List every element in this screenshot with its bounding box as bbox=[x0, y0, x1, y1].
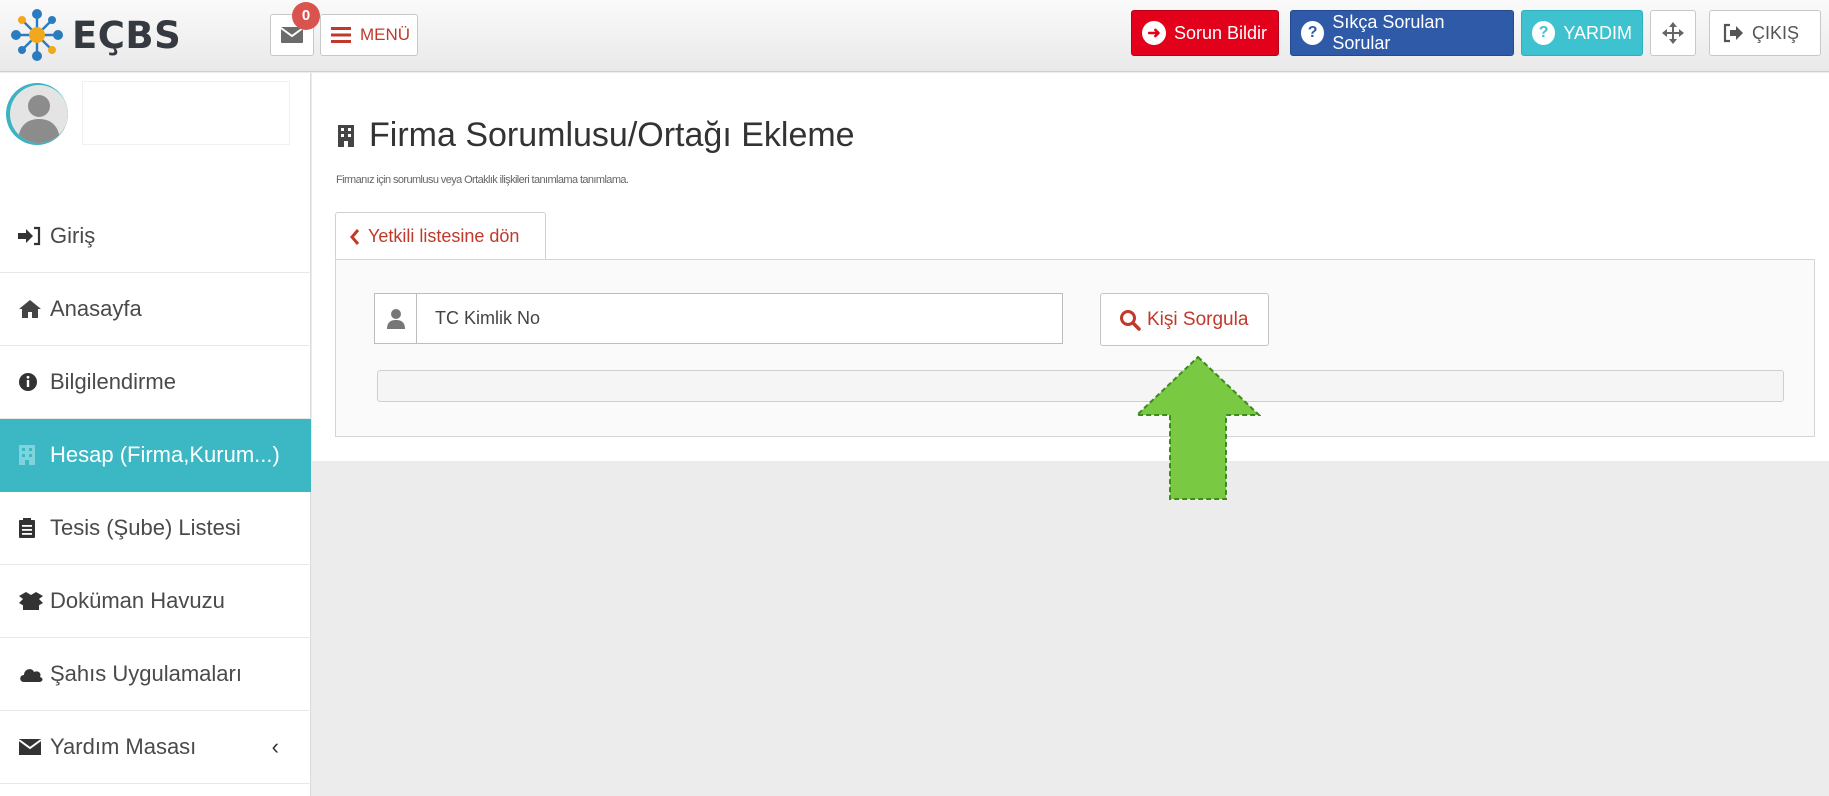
sidebar-item-label: Hesap (Firma,Kurum...) bbox=[50, 442, 280, 467]
report-problem-label: Sorun Bildir bbox=[1174, 22, 1268, 43]
report-problem-button[interactable]: ➜ Sorun Bildir bbox=[1131, 10, 1279, 56]
tc-kimlik-field[interactable] bbox=[374, 293, 1063, 344]
faq-label: Sıkça Sorulan Sorular bbox=[1332, 12, 1445, 53]
chevron-left-icon[interactable]: ‹ bbox=[272, 734, 279, 760]
logout-label: ÇIKIŞ bbox=[1752, 22, 1800, 43]
query-person-label: Kişi Sorgula bbox=[1147, 308, 1249, 330]
chevron-left-icon bbox=[350, 228, 360, 245]
page-title-text: Firma Sorumlusu/Ortağı Ekleme bbox=[369, 116, 855, 154]
sidebar-item-label: Anasayfa bbox=[50, 296, 142, 321]
menu-button[interactable]: MENÜ bbox=[320, 14, 418, 56]
cloud-icon bbox=[18, 665, 46, 683]
sidebar-item-tesis[interactable]: Tesis (Şube) Listesi bbox=[0, 492, 311, 565]
building-icon bbox=[18, 444, 46, 466]
menu-label: MENÜ bbox=[360, 25, 411, 44]
sidebar-item-giris[interactable]: Giriş bbox=[0, 200, 311, 273]
molecule-logo-icon bbox=[11, 9, 63, 61]
arrows-move-icon bbox=[1662, 22, 1684, 44]
sidebar-item-label: Yardım Masası bbox=[50, 734, 197, 759]
sidebar-item-label: Doküman Havuzu bbox=[50, 588, 225, 613]
logo[interactable]: EÇBS bbox=[8, 6, 181, 64]
building-icon bbox=[337, 124, 355, 148]
clipboard-icon bbox=[18, 517, 46, 539]
result-progress-bar bbox=[377, 370, 1784, 402]
page-title: Firma Sorumlusu/Ortağı Ekleme bbox=[337, 116, 855, 155]
logo-text: EÇBS bbox=[72, 13, 182, 57]
arrow-circle-right-icon: ➜ bbox=[1142, 21, 1166, 45]
back-to-list-button[interactable]: Yetkili listesine dön bbox=[335, 212, 546, 260]
sidebar-item-sahis[interactable]: Şahıs Uygulamaları bbox=[0, 638, 311, 711]
top-bar: EÇBS 0 MENÜ ➜ Sorun Bildir ? Sıkça Sorul… bbox=[0, 0, 1829, 72]
message-count-badge: 0 bbox=[292, 2, 320, 30]
tc-kimlik-input[interactable] bbox=[417, 294, 1062, 343]
sidebar-item-anasayfa[interactable]: Anasayfa bbox=[0, 273, 311, 346]
sidebar-item-label: Tesis (Şube) Listesi bbox=[50, 515, 241, 540]
folder-open-icon bbox=[18, 591, 46, 611]
query-person-button[interactable]: Kişi Sorgula bbox=[1100, 293, 1269, 346]
fullscreen-button[interactable] bbox=[1650, 10, 1696, 56]
question-circle-icon: ? bbox=[1301, 21, 1325, 45]
hamburger-icon bbox=[331, 27, 351, 43]
sidebar-item-label: Bilgilendirme bbox=[50, 369, 176, 394]
user-silhouette-icon bbox=[18, 95, 60, 143]
sidebar-item-dokuman[interactable]: Doküman Havuzu bbox=[0, 565, 311, 638]
question-circle-icon: ? bbox=[1532, 21, 1556, 45]
sidebar-item-hesap[interactable]: Hesap (Firma,Kurum...) bbox=[0, 419, 311, 492]
up-arrow-annotation-icon bbox=[1135, 355, 1261, 500]
sidebar-item-bilgilendirme[interactable]: Bilgilendirme bbox=[0, 346, 311, 419]
info-circle-icon bbox=[18, 372, 46, 392]
sign-out-icon bbox=[1723, 23, 1743, 43]
envelope-icon bbox=[18, 738, 46, 756]
logout-button[interactable]: ÇIKIŞ bbox=[1709, 10, 1821, 56]
help-label: YARDIM bbox=[1563, 22, 1632, 43]
user-icon bbox=[375, 294, 417, 343]
search-icon bbox=[1120, 309, 1141, 331]
help-button[interactable]: ? YARDIM bbox=[1521, 10, 1643, 56]
page-subtitle: Firmanız için sorumlusu veya Ortaklık il… bbox=[336, 174, 629, 186]
avatar[interactable] bbox=[6, 83, 68, 145]
home-icon bbox=[18, 299, 46, 319]
sidebar-item-yardim-masasi[interactable]: Yardım Masası ‹ bbox=[0, 711, 311, 784]
query-form-panel bbox=[335, 259, 1815, 437]
sign-in-icon bbox=[18, 226, 46, 246]
faq-button[interactable]: ? Sıkça Sorulan Sorular bbox=[1290, 10, 1514, 56]
sidebar-item-label: Şahıs Uygulamaları bbox=[50, 661, 242, 686]
user-name-box bbox=[82, 81, 290, 145]
back-to-list-label: Yetkili listesine dön bbox=[368, 226, 520, 246]
sidebar-item-label: Giriş bbox=[50, 223, 96, 248]
